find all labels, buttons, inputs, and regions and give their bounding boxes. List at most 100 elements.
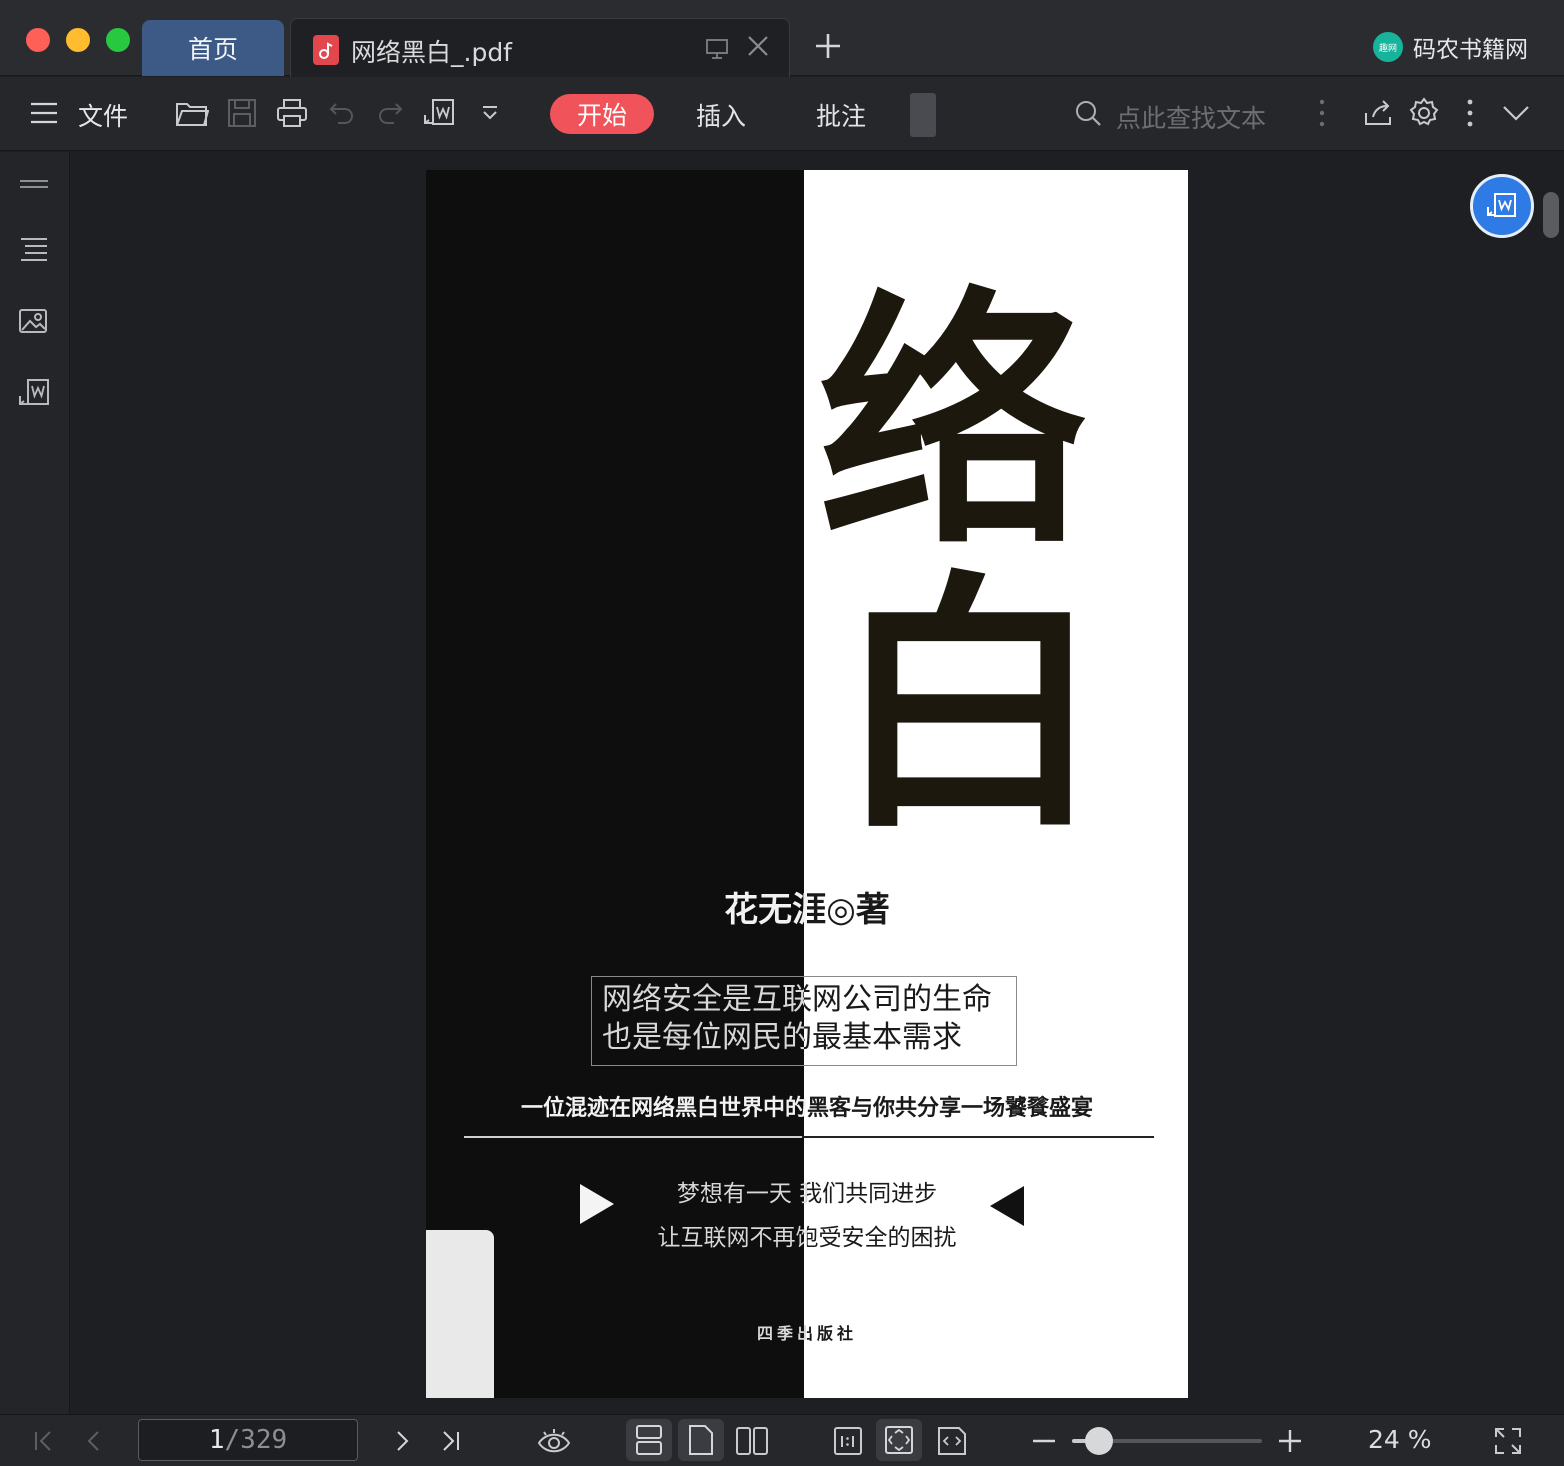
undo-button[interactable] <box>324 95 360 131</box>
dropdown-icon <box>483 106 497 120</box>
pdf-to-word-button[interactable] <box>422 95 458 131</box>
fit-width-icon <box>938 1427 966 1455</box>
save-button[interactable] <box>224 95 260 131</box>
first-page-button[interactable] <box>26 1423 62 1459</box>
minimize-window-button[interactable] <box>66 28 90 52</box>
cover-author: 花无涯◎著 <box>426 882 1188 931</box>
brand-name: 码农书籍网 <box>1413 37 1528 63</box>
continuous-view-button[interactable] <box>626 1419 672 1461</box>
redo-icon <box>379 103 403 124</box>
cover-quote-line-2: 也是每位网民的最基本需求 <box>602 1019 1006 1057</box>
collapse-chevron-icon <box>1503 106 1529 121</box>
hamburger-icon <box>31 102 57 124</box>
tab-start[interactable]: 开始 <box>550 94 654 134</box>
outline-panel-button[interactable] <box>16 232 52 268</box>
pdf-file-icon <box>313 35 339 65</box>
first-page-icon <box>35 1431 51 1451</box>
maximize-window-button[interactable] <box>106 28 130 52</box>
pdf-to-word-icon <box>424 99 454 125</box>
eye-protection-button[interactable] <box>536 1423 572 1459</box>
cover-dark-half <box>426 170 804 1398</box>
more-vertical-icon <box>1467 99 1473 127</box>
zoom-out-button[interactable] <box>1026 1423 1062 1459</box>
search-button[interactable] <box>1070 95 1106 131</box>
redo-button[interactable] <box>372 95 408 131</box>
side-rail <box>0 152 70 1414</box>
settings-button[interactable] <box>1406 95 1442 131</box>
close-window-button[interactable] <box>26 28 50 52</box>
eye-icon <box>537 1429 571 1453</box>
last-page-icon <box>443 1431 459 1451</box>
thumbnail-panel-button[interactable] <box>16 166 52 202</box>
title-bar: 首页 网络黑白_.pdf 趣网 码农书籍网 <box>0 0 1564 78</box>
settings-icon <box>1409 97 1439 126</box>
minus-icon <box>1033 1439 1055 1443</box>
share-icon <box>1365 100 1391 125</box>
zoom-in-button[interactable] <box>1272 1423 1308 1459</box>
convert-floating-button[interactable] <box>1470 174 1534 238</box>
more-vertical-icon <box>1319 99 1325 127</box>
save-icon <box>228 99 256 127</box>
print-button[interactable] <box>274 95 310 131</box>
fit-width-button[interactable] <box>934 1423 970 1459</box>
total-pages: /329 <box>224 1425 288 1455</box>
tab-document[interactable]: 网络黑白_.pdf <box>290 18 790 78</box>
hamburger-menu-button[interactable] <box>26 95 62 131</box>
convert-icon <box>1487 193 1516 217</box>
main-toolbar: 文件 开始 插入 批注 点此查找文本 <box>0 77 1564 151</box>
fit-page-icon <box>885 1426 913 1454</box>
share-button[interactable] <box>1360 95 1396 131</box>
undo-icon <box>329 103 353 124</box>
new-tab-button[interactable] <box>810 28 846 68</box>
more-menu-button[interactable] <box>1452 95 1488 131</box>
ribbon-overflow-button[interactable] <box>910 93 936 137</box>
close-tab-icon[interactable] <box>745 33 771 59</box>
cover-dream-line-1: 梦想有一天 我们共同进步 <box>426 1174 1188 1208</box>
open-button[interactable] <box>174 95 210 131</box>
tab-insert[interactable]: 插入 <box>696 97 746 133</box>
page-number-input[interactable]: 1/329 <box>138 1419 358 1461</box>
image-panel-button[interactable] <box>16 304 52 340</box>
brand-logo-icon: 趣网 <box>1373 32 1403 62</box>
convert-icon <box>19 379 49 405</box>
pdf-page-cover[interactable]: 络 白 花无涯◎著 网络安全是互联网公司的生命 也是每位网民的最基本需求 一位混… <box>426 170 1188 1398</box>
vertical-scrollbar-thumb[interactable] <box>1543 192 1559 238</box>
chevron-right-icon <box>397 1431 409 1451</box>
thumbnail-panel-icon <box>20 180 48 188</box>
toolbar-dropdown-button[interactable] <box>472 95 508 131</box>
tab-home-label: 首页 <box>187 35 238 64</box>
chevron-left-icon <box>87 1431 99 1451</box>
print-icon <box>277 99 307 127</box>
two-page-view-button[interactable] <box>734 1423 770 1459</box>
previous-page-button[interactable] <box>76 1423 112 1459</box>
single-page-icon <box>689 1425 713 1455</box>
fullscreen-icon <box>1495 1428 1521 1454</box>
zoom-slider[interactable] <box>1072 1427 1262 1455</box>
play-left-icon <box>990 1186 1024 1226</box>
search-options-button[interactable] <box>1304 95 1340 131</box>
last-page-button[interactable] <box>432 1423 468 1459</box>
tab-home[interactable]: 首页 <box>142 20 284 76</box>
pdf-reader-window: 首页 网络黑白_.pdf 趣网 码农书籍网 文件 开始 插入 批注 点此查找文本… <box>0 0 1564 1466</box>
collapse-toolbar-button[interactable] <box>1498 95 1534 131</box>
cover-title-char-2: 白 <box>834 546 1104 864</box>
file-menu[interactable]: 文件 <box>78 97 128 133</box>
presentation-icon[interactable] <box>705 37 729 65</box>
brand[interactable]: 趣网 码农书籍网 <box>1373 30 1528 64</box>
current-page: 1 <box>208 1425 225 1455</box>
search-icon <box>1076 101 1101 126</box>
cover-publisher: 四季出版社 <box>426 1320 1188 1344</box>
plus-icon <box>1279 1430 1301 1452</box>
fit-page-button[interactable] <box>876 1419 922 1461</box>
zoom-slider-handle[interactable] <box>1085 1427 1113 1455</box>
actual-size-button[interactable] <box>830 1423 866 1459</box>
fullscreen-button[interactable] <box>1490 1423 1526 1459</box>
tab-annotate[interactable]: 批注 <box>816 97 866 133</box>
next-page-button[interactable] <box>384 1423 420 1459</box>
convert-panel-button[interactable] <box>16 376 52 412</box>
zoom-level[interactable]: 24 % <box>1368 1425 1432 1454</box>
search-input[interactable]: 点此查找文本 <box>1116 99 1266 135</box>
cover-sticker <box>426 1230 494 1398</box>
two-page-icon <box>736 1427 768 1455</box>
single-page-view-button[interactable] <box>678 1419 724 1461</box>
